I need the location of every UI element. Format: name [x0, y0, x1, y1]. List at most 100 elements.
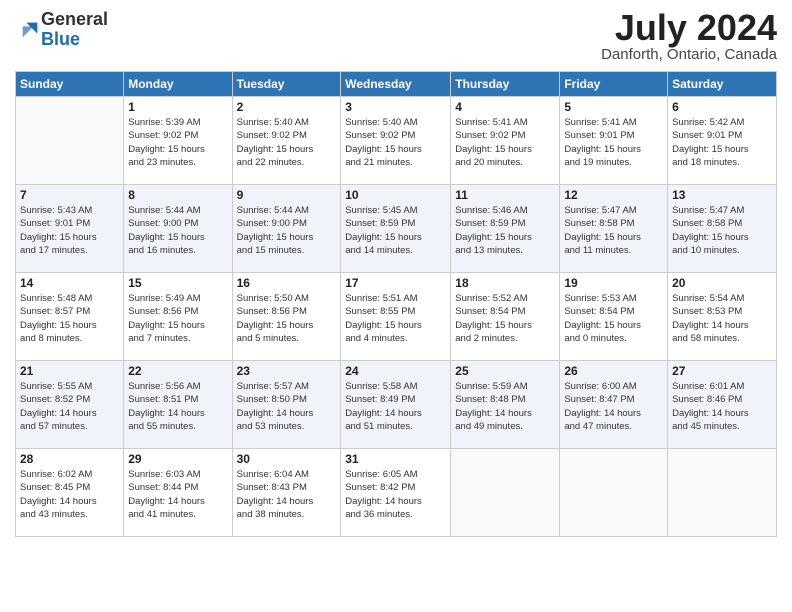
column-header-wednesday: Wednesday	[341, 72, 451, 97]
calendar-week-row: 14 Sunrise: 5:48 AM Sunset: 8:57 PM Dayli…	[16, 273, 777, 361]
day-info: Sunrise: 5:41 AM Sunset: 9:02 PM Dayligh…	[455, 116, 555, 169]
column-header-monday: Monday	[124, 72, 232, 97]
day-number: 5	[564, 100, 663, 114]
day-info: Sunrise: 5:43 AM Sunset: 9:01 PM Dayligh…	[20, 204, 119, 257]
calendar-cell: 25Sunrise: 5:59 AM Sunset: 8:48 PM Dayli…	[451, 361, 560, 449]
day-number: 26	[564, 364, 663, 378]
day-number: 24	[345, 364, 446, 378]
calendar-cell	[16, 97, 124, 185]
calendar-cell: 1 Sunrise: 5:39 AM Sunset: 9:02 PM Daylig…	[124, 97, 232, 185]
calendar-table: SundayMondayTuesdayWednesdayThursdayFrid…	[15, 71, 777, 537]
day-info: Sunrise: 6:05 AM Sunset: 8:42 PM Dayligh…	[345, 468, 446, 521]
page: General Blue July 2024 Danforth, Ontario…	[0, 0, 792, 547]
column-header-tuesday: Tuesday	[232, 72, 341, 97]
day-info: Sunrise: 6:03 AM Sunset: 8:44 PM Dayligh…	[128, 468, 227, 521]
day-info: Sunrise: 6:02 AM Sunset: 8:45 PM Dayligh…	[20, 468, 119, 521]
day-info: Sunrise: 5:47 AM Sunset: 8:58 PM Dayligh…	[672, 204, 772, 257]
day-info: Sunrise: 5:46 AM Sunset: 8:59 PM Dayligh…	[455, 204, 555, 257]
day-info: Sunrise: 5:42 AM Sunset: 9:01 PM Dayligh…	[672, 116, 772, 169]
day-number: 22	[128, 364, 227, 378]
calendar-week-row: 28 Sunrise: 6:02 AM Sunset: 8:45 PM Dayli…	[16, 449, 777, 537]
month-year: July 2024	[601, 10, 777, 46]
location: Danforth, Ontario, Canada	[601, 46, 777, 63]
day-number: 7	[20, 188, 119, 202]
logo-text: General Blue	[41, 10, 108, 50]
day-info: Sunrise: 5:44 AM Sunset: 9:00 PM Dayligh…	[128, 204, 227, 257]
day-number: 12	[564, 188, 663, 202]
calendar-cell: 26 Sunrise: 6:00 AM Sunset: 8:47 PM Dayli…	[560, 361, 668, 449]
calendar-cell: 2Sunrise: 5:40 AM Sunset: 9:02 PM Daylig…	[232, 97, 341, 185]
day-info: Sunrise: 5:39 AM Sunset: 9:02 PM Dayligh…	[128, 116, 227, 169]
day-info: Sunrise: 5:50 AM Sunset: 8:56 PM Dayligh…	[237, 292, 337, 345]
day-info: Sunrise: 5:45 AM Sunset: 8:59 PM Dayligh…	[345, 204, 446, 257]
day-number: 4	[455, 100, 555, 114]
calendar-cell: 9 Sunrise: 5:44 AM Sunset: 9:00 PM Daylig…	[232, 185, 341, 273]
logo-blue: Blue	[41, 30, 108, 50]
day-info: Sunrise: 5:58 AM Sunset: 8:49 PM Dayligh…	[345, 380, 446, 433]
day-number: 18	[455, 276, 555, 290]
day-number: 6	[672, 100, 772, 114]
day-number: 17	[345, 276, 446, 290]
day-info: Sunrise: 5:40 AM Sunset: 9:02 PM Dayligh…	[345, 116, 446, 169]
day-number: 11	[455, 188, 555, 202]
day-info: Sunrise: 5:55 AM Sunset: 8:52 PM Dayligh…	[20, 380, 119, 433]
calendar-cell: 30 Sunrise: 6:04 AM Sunset: 8:43 PM Dayli…	[232, 449, 341, 537]
day-number: 21	[20, 364, 119, 378]
calendar-cell: 7 Sunrise: 5:43 AM Sunset: 9:01 PM Daylig…	[16, 185, 124, 273]
calendar-cell: 28 Sunrise: 6:02 AM Sunset: 8:45 PM Dayli…	[16, 449, 124, 537]
calendar-week-row: 1 Sunrise: 5:39 AM Sunset: 9:02 PM Daylig…	[16, 97, 777, 185]
day-info: Sunrise: 6:04 AM Sunset: 8:43 PM Dayligh…	[237, 468, 337, 521]
title-section: July 2024 Danforth, Ontario, Canada	[601, 10, 777, 63]
day-number: 23	[237, 364, 337, 378]
logo-general: General	[41, 10, 108, 30]
calendar-cell: 16 Sunrise: 5:50 AM Sunset: 8:56 PM Dayli…	[232, 273, 341, 361]
calendar-cell: 6 Sunrise: 5:42 AM Sunset: 9:01 PM Daylig…	[668, 97, 777, 185]
day-info: Sunrise: 5:51 AM Sunset: 8:55 PM Dayligh…	[345, 292, 446, 345]
calendar-cell: 4 Sunrise: 5:41 AM Sunset: 9:02 PM Daylig…	[451, 97, 560, 185]
calendar-cell: 29 Sunrise: 6:03 AM Sunset: 8:44 PM Dayli…	[124, 449, 232, 537]
day-number: 3	[345, 100, 446, 114]
day-info: Sunrise: 5:48 AM Sunset: 8:57 PM Dayligh…	[20, 292, 119, 345]
calendar-cell: 27 Sunrise: 6:01 AM Sunset: 8:46 PM Dayli…	[668, 361, 777, 449]
calendar-cell: 17 Sunrise: 5:51 AM Sunset: 8:55 PM Dayli…	[341, 273, 451, 361]
logo: General Blue	[15, 10, 108, 50]
day-number: 27	[672, 364, 772, 378]
day-number: 29	[128, 452, 227, 466]
day-number: 31	[345, 452, 446, 466]
day-number: 14	[20, 276, 119, 290]
day-info: Sunrise: 5:41 AM Sunset: 9:01 PM Dayligh…	[564, 116, 663, 169]
day-number: 2	[237, 100, 337, 114]
day-info: Sunrise: 6:01 AM Sunset: 8:46 PM Dayligh…	[672, 380, 772, 433]
calendar-week-row: 21 Sunrise: 5:55 AM Sunset: 8:52 PM Dayli…	[16, 361, 777, 449]
calendar-header-row: SundayMondayTuesdayWednesdayThursdayFrid…	[16, 72, 777, 97]
day-info: Sunrise: 5:59 AM Sunset: 8:48 PM Dayligh…	[455, 380, 555, 433]
day-number: 30	[237, 452, 337, 466]
day-number: 28	[20, 452, 119, 466]
day-info: Sunrise: 5:54 AM Sunset: 8:53 PM Dayligh…	[672, 292, 772, 345]
day-info: Sunrise: 5:56 AM Sunset: 8:51 PM Dayligh…	[128, 380, 227, 433]
day-number: 9	[237, 188, 337, 202]
day-info: Sunrise: 6:00 AM Sunset: 8:47 PM Dayligh…	[564, 380, 663, 433]
day-number: 10	[345, 188, 446, 202]
calendar-cell	[668, 449, 777, 537]
calendar-cell: 10 Sunrise: 5:45 AM Sunset: 8:59 PM Dayli…	[341, 185, 451, 273]
day-number: 20	[672, 276, 772, 290]
calendar-cell: 24 Sunrise: 5:58 AM Sunset: 8:49 PM Dayli…	[341, 361, 451, 449]
day-info: Sunrise: 5:49 AM Sunset: 8:56 PM Dayligh…	[128, 292, 227, 345]
calendar-cell: 8 Sunrise: 5:44 AM Sunset: 9:00 PM Daylig…	[124, 185, 232, 273]
calendar-cell: 31 Sunrise: 6:05 AM Sunset: 8:42 PM Dayli…	[341, 449, 451, 537]
day-info: Sunrise: 5:52 AM Sunset: 8:54 PM Dayligh…	[455, 292, 555, 345]
day-number: 15	[128, 276, 227, 290]
day-number: 19	[564, 276, 663, 290]
calendar-cell: 20 Sunrise: 5:54 AM Sunset: 8:53 PM Dayli…	[668, 273, 777, 361]
day-number: 1	[128, 100, 227, 114]
day-number: 16	[237, 276, 337, 290]
column-header-friday: Friday	[560, 72, 668, 97]
calendar-cell: 3 Sunrise: 5:40 AM Sunset: 9:02 PM Daylig…	[341, 97, 451, 185]
day-info: Sunrise: 5:44 AM Sunset: 9:00 PM Dayligh…	[237, 204, 337, 257]
calendar-cell: 14 Sunrise: 5:48 AM Sunset: 8:57 PM Dayli…	[16, 273, 124, 361]
logo-icon	[19, 19, 41, 41]
calendar-cell: 18 Sunrise: 5:52 AM Sunset: 8:54 PM Dayli…	[451, 273, 560, 361]
day-info: Sunrise: 5:57 AM Sunset: 8:50 PM Dayligh…	[237, 380, 337, 433]
day-number: 8	[128, 188, 227, 202]
